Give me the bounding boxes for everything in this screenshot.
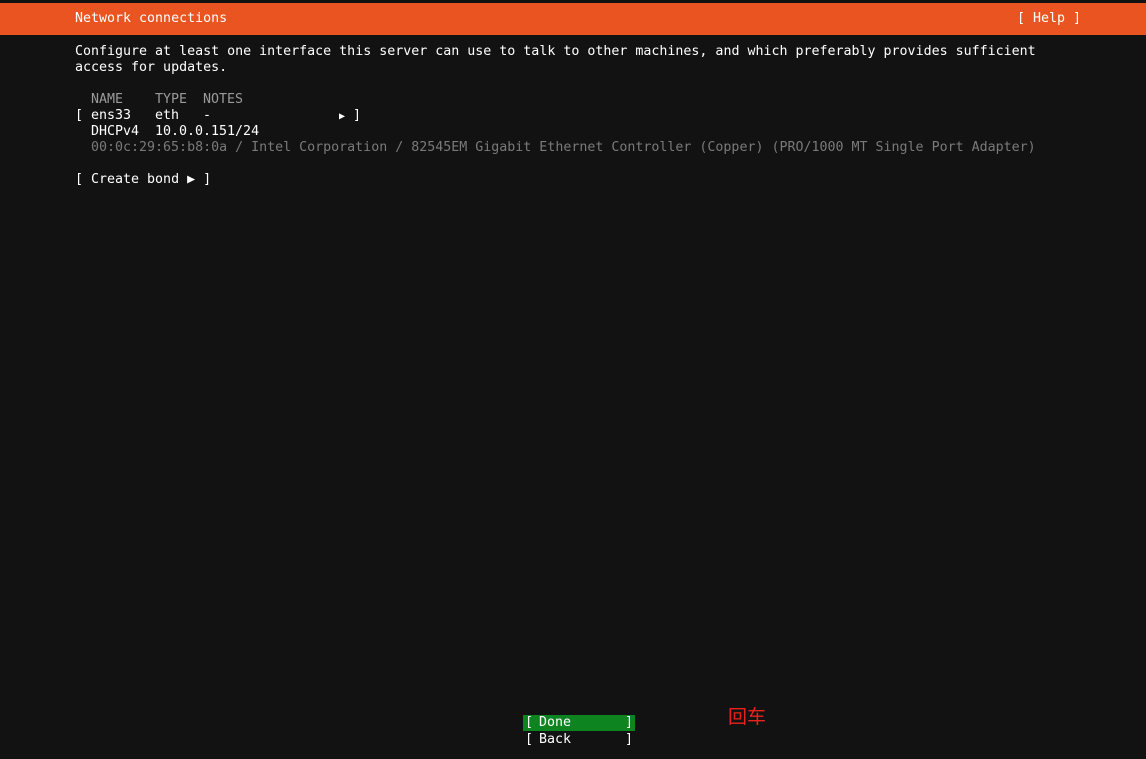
row-close-bracket: ] — [353, 108, 362, 123]
interface-name: ens33 — [91, 108, 132, 123]
back-close-bracket: ] — [624, 732, 633, 747]
hardware-info: 00:0c:29:65:b8:0a / Intel Corporation / … — [91, 140, 1036, 155]
create-bond-button[interactable]: [ Create bond ▶ ] — [75, 172, 211, 188]
header-bar: Network connections [ Help ] — [0, 3, 1146, 35]
expand-arrow-icon[interactable]: ▶ — [339, 109, 345, 125]
back-button[interactable]: [ Back ] — [523, 732, 635, 748]
column-header-notes: NOTES — [203, 92, 244, 107]
interface-type: eth — [155, 108, 180, 123]
description-line-1: Configure at least one interface this se… — [75, 44, 1036, 59]
done-open-bracket: [ — [525, 715, 534, 730]
description-line-2: access for updates. — [75, 60, 228, 75]
done-close-bracket: ] — [624, 715, 633, 730]
installer-screen: Network connections [ Help ] Configure a… — [0, 0, 1146, 759]
page-title: Network connections — [75, 11, 228, 26]
row-open-bracket: [ — [75, 108, 84, 123]
back-label: Back — [539, 732, 572, 747]
done-button[interactable]: [ Done ] — [523, 715, 635, 731]
back-open-bracket: [ — [525, 732, 534, 747]
address-value: 10.0.0.151/24 — [155, 124, 260, 139]
interface-notes: - — [203, 108, 212, 123]
help-button[interactable]: [ Help ] — [1017, 11, 1081, 26]
address-method: DHCPv4 — [91, 124, 140, 139]
done-label: Done — [539, 715, 572, 730]
column-header-type: TYPE — [155, 92, 188, 107]
enter-annotation: 回车 — [728, 706, 767, 728]
column-header-name: NAME — [91, 92, 124, 107]
